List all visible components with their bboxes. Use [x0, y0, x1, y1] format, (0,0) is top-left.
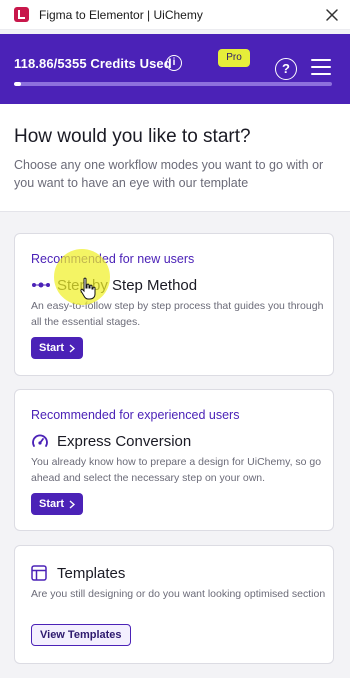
- card-description: You already know how to prepare a design…: [31, 456, 322, 484]
- credits-progress-bar: [14, 82, 332, 86]
- card-title: Templates: [57, 564, 126, 582]
- start-express-button[interactable]: Start: [31, 493, 84, 515]
- workflow-card-express[interactable]: Recommended for experienced users Expres…: [14, 389, 334, 531]
- card-title: Express Conversion: [57, 432, 192, 450]
- chevron-right-icon: [69, 499, 76, 509]
- card-recommendation-label: Recommended for new users: [31, 252, 195, 266]
- button-label: View Templates: [40, 629, 122, 641]
- page-subtitle: Choose any one workflow modes you want t…: [14, 158, 324, 190]
- credits-used-text: 118.86/5355 Credits Used: [14, 56, 172, 71]
- workflow-card-templates[interactable]: Templates Are you still designing or do …: [14, 545, 334, 664]
- credits-header: 118.86/5355 Credits Used i Pro ?: [0, 34, 350, 104]
- workflow-card-step-by-step[interactable]: Recommended for new users Step by Step M…: [14, 233, 334, 376]
- help-icon[interactable]: ?: [275, 58, 297, 80]
- start-step-by-step-button[interactable]: Start: [31, 337, 84, 359]
- speedometer-icon: [31, 432, 51, 450]
- card-description: Are you still designing or do you want l…: [31, 588, 326, 600]
- info-icon[interactable]: i: [166, 55, 182, 71]
- steps-icon: [31, 276, 51, 294]
- view-templates-button[interactable]: View Templates: [31, 624, 131, 646]
- uichemy-logo-icon: [14, 7, 29, 22]
- window-titlebar: Figma to Elementor | UiChemy: [0, 0, 350, 30]
- template-layout-icon: [31, 564, 51, 582]
- credits-progress-fill: [14, 82, 21, 86]
- page-title: How would you like to start?: [14, 126, 251, 147]
- hamburger-menu-icon[interactable]: [311, 59, 331, 77]
- button-label: Start: [39, 342, 65, 354]
- card-recommendation-label: Recommended for experienced users: [31, 408, 240, 422]
- button-label: Start: [39, 498, 65, 510]
- hand-cursor-icon: [80, 277, 96, 300]
- close-icon[interactable]: [323, 6, 341, 24]
- plan-badge: Pro: [218, 49, 250, 67]
- chevron-right-icon: [69, 343, 76, 353]
- window-title: Figma to Elementor | UiChemy: [39, 7, 203, 22]
- intro-section: How would you like to start? Choose any …: [0, 104, 350, 212]
